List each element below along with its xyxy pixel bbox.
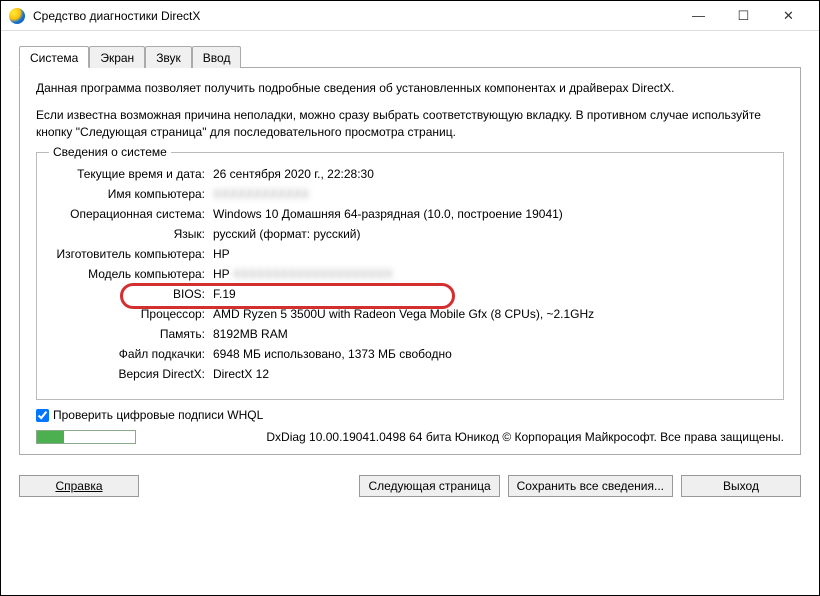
tab-panel-system: Данная программа позволяет получить подр… — [19, 67, 801, 455]
titlebar: Средство диагностики DirectX — ☐ ✕ — [1, 1, 819, 31]
save-all-button[interactable]: Сохранить все сведения... — [508, 475, 673, 497]
exit-button[interactable]: Выход — [681, 475, 801, 497]
label-model: Модель компьютера: — [49, 265, 209, 283]
footer-text: DxDiag 10.00.19041.0498 64 бита Юникод ©… — [136, 430, 784, 444]
tab-input[interactable]: Ввод — [192, 46, 242, 68]
row-model: Модель компьютера: HP XXXXXXXXXXXXXXXXXX… — [49, 265, 771, 283]
progress-bar — [36, 430, 136, 444]
row-datetime: Текущие время и дата: 26 сентября 2020 г… — [49, 165, 771, 183]
row-pagefile: Файл подкачки: 6948 МБ использовано, 137… — [49, 345, 771, 363]
row-bios: BIOS: F.19 — [49, 285, 771, 303]
row-os: Операционная система: Windows 10 Домашня… — [49, 205, 771, 223]
progress-fill — [37, 431, 64, 443]
value-lang: русский (формат: русский) — [209, 225, 771, 243]
bottom-row: DxDiag 10.00.19041.0498 64 бита Юникод ©… — [36, 430, 784, 444]
tabs: Система Экран Звук Ввод — [19, 45, 801, 67]
value-os: Windows 10 Домашняя 64-разрядная (10.0, … — [209, 205, 771, 223]
label-ram: Память: — [49, 325, 209, 343]
minimize-button[interactable]: — — [676, 2, 721, 30]
value-cpu: AMD Ryzen 5 3500U with Radeon Vega Mobil… — [209, 305, 771, 323]
dxdiag-icon — [9, 8, 25, 24]
close-button[interactable]: ✕ — [766, 2, 811, 30]
label-cpu: Процессор: — [49, 305, 209, 323]
system-info-fieldset: Сведения о системе Текущие время и дата:… — [36, 152, 784, 400]
label-datetime: Текущие время и дата: — [49, 165, 209, 183]
value-dxversion: DirectX 12 — [209, 365, 771, 383]
intro-text-1: Данная программа позволяет получить подр… — [36, 80, 784, 97]
row-cpu: Процессор: AMD Ryzen 5 3500U with Radeon… — [49, 305, 771, 323]
value-manufacturer: HP — [209, 245, 771, 263]
window-title: Средство диагностики DirectX — [33, 9, 676, 23]
value-model-blurred: XXXXXXXXXXXXXXXXXXXX — [229, 267, 392, 281]
value-model: HP XXXXXXXXXXXXXXXXXXXX — [209, 265, 771, 283]
label-pagefile: Файл подкачки: — [49, 345, 209, 363]
whql-label[interactable]: Проверить цифровые подписи WHQL — [53, 408, 263, 422]
whql-checkbox[interactable] — [36, 409, 49, 422]
button-bar: Справка Следующая страница Сохранить все… — [1, 467, 819, 505]
row-manufacturer: Изготовитель компьютера: HP — [49, 245, 771, 263]
value-pagefile: 6948 МБ использовано, 1373 МБ свободно — [209, 345, 771, 363]
label-os: Операционная система: — [49, 205, 209, 223]
value-bios: F.19 — [209, 285, 771, 303]
value-ram: 8192MB RAM — [209, 325, 771, 343]
label-pcname: Имя компьютера: — [49, 185, 209, 203]
value-datetime: 26 сентября 2020 г., 22:28:30 — [209, 165, 771, 183]
value-pcname: XXXXXXXXXXXX — [209, 185, 771, 203]
content-area: Система Экран Звук Ввод Данная программа… — [1, 31, 819, 467]
tab-sound[interactable]: Звук — [145, 46, 192, 68]
label-bios: BIOS: — [49, 285, 209, 303]
next-page-button[interactable]: Следующая страница — [359, 475, 499, 497]
label-dxversion: Версия DirectX: — [49, 365, 209, 383]
row-dxversion: Версия DirectX: DirectX 12 — [49, 365, 771, 383]
row-ram: Память: 8192MB RAM — [49, 325, 771, 343]
label-manufacturer: Изготовитель компьютера: — [49, 245, 209, 263]
maximize-button[interactable]: ☐ — [721, 2, 766, 30]
row-pcname: Имя компьютера: XXXXXXXXXXXX — [49, 185, 771, 203]
help-button[interactable]: Справка — [19, 475, 139, 497]
whql-checkbox-row: Проверить цифровые подписи WHQL — [36, 408, 784, 422]
fieldset-legend: Сведения о системе — [49, 145, 171, 159]
row-lang: Язык: русский (формат: русский) — [49, 225, 771, 243]
tab-display[interactable]: Экран — [89, 46, 145, 68]
label-lang: Язык: — [49, 225, 209, 243]
tab-system[interactable]: Система — [19, 46, 89, 68]
intro-text-2: Если известна возможная причина неполадк… — [36, 107, 784, 141]
value-model-prefix: HP — [213, 267, 229, 281]
